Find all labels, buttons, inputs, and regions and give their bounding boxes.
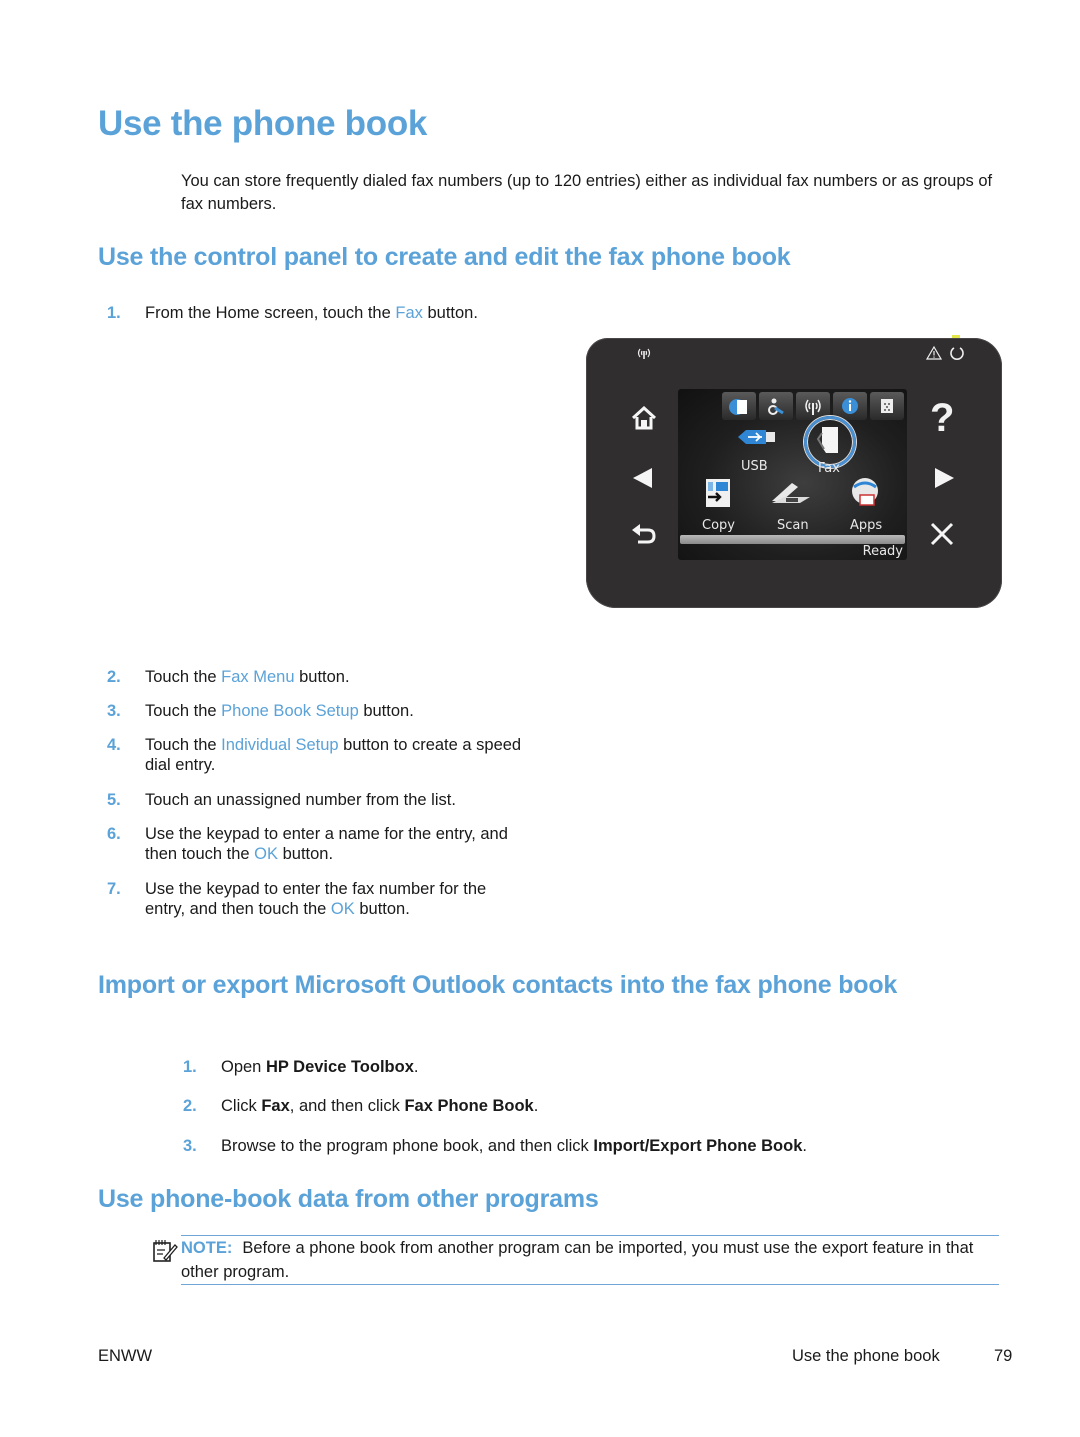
fax-menu-link[interactable]: Fax Menu	[221, 668, 294, 686]
step-text: From the Home screen, touch the	[145, 304, 396, 322]
cp-step-6: 6. Use the keypad to enter a name for th…	[107, 824, 527, 864]
scan-app-label[interactable]: Scan	[777, 518, 809, 533]
step-number: 7.	[107, 880, 121, 898]
cp-step-1: 1. From the Home screen, touch the Fax b…	[107, 303, 567, 323]
attention-icon	[926, 346, 942, 360]
cp-step-3: 3. Touch the Phone Book Setup button.	[107, 701, 527, 721]
step-text-run: Browse to the program phone book, and th…	[221, 1137, 594, 1155]
cp-step-2: 2. Touch the Fax Menu button.	[107, 667, 527, 687]
note-box: NOTE: Before a phone book from another pr…	[181, 1236, 1001, 1284]
individual-setup-link[interactable]: Individual Setup	[221, 736, 338, 754]
ui-element-name: Import/Export Phone Book	[593, 1137, 803, 1155]
fax-app-icon[interactable]	[816, 425, 840, 455]
step-text: Touch the	[145, 702, 222, 720]
step-number: 5.	[107, 791, 121, 809]
status-ready-text: Ready	[862, 544, 903, 559]
section-heading-other-programs: Use phone-book data from other programs	[98, 1185, 599, 1213]
cp-step-4: 4. Touch the Individual Setup button to …	[107, 735, 527, 775]
note-text: Before a phone book from another program…	[181, 1239, 974, 1281]
ui-element-name: Fax Phone Book	[404, 1097, 534, 1115]
usb-app-label[interactable]: USB	[741, 459, 768, 474]
step-number: 1.	[183, 1058, 197, 1076]
section-heading-outlook: Import or export Microsoft Outlook conta…	[98, 971, 898, 999]
wireless-indicator-icon	[637, 348, 651, 359]
note-label: NOTE:	[181, 1239, 233, 1257]
step-text: Touch an unassigned number from the list…	[145, 791, 456, 809]
usb-app-icon[interactable]	[736, 427, 776, 447]
step-text: button.	[294, 668, 350, 686]
step-number: 2.	[183, 1097, 197, 1115]
step-number: 6.	[107, 825, 121, 843]
note-divider-bottom	[181, 1284, 999, 1285]
scan-app-icon[interactable]	[770, 481, 812, 511]
outlook-step-3: 3. Browse to the program phone book, and…	[183, 1136, 1003, 1156]
footer-locale: ENWW	[98, 1347, 153, 1365]
ok-button-link[interactable]: OK	[254, 845, 278, 863]
home-icon[interactable]	[631, 406, 657, 430]
step-number: 3.	[107, 702, 121, 720]
step-text: button.	[358, 702, 414, 720]
outlook-step-2: 2. Click Fax, and then click Fax Phone B…	[183, 1096, 1003, 1116]
phone-book-setup-link[interactable]: Phone Book Setup	[221, 702, 359, 720]
step-text: button.	[278, 845, 334, 863]
paper-icon[interactable]	[722, 392, 756, 420]
copy-app-label[interactable]: Copy	[702, 518, 735, 533]
step-text: Use the keypad to enter the fax number f…	[145, 880, 487, 918]
footer-section-title: Use the phone book	[792, 1347, 940, 1365]
step-text: button.	[354, 900, 410, 918]
ok-button-link[interactable]: OK	[331, 900, 355, 918]
fax-button-link[interactable]: Fax	[395, 304, 423, 322]
step-text-run: .	[413, 1058, 419, 1076]
step-text-run: , and then click	[289, 1097, 405, 1115]
status-bar	[680, 535, 905, 544]
step-text-run: .	[533, 1097, 539, 1115]
step-text-run: .	[802, 1137, 807, 1155]
intro-paragraph: You can store frequently dialed fax numb…	[181, 172, 993, 213]
step-text-run: Open	[221, 1058, 266, 1076]
right-arrow-icon[interactable]	[934, 467, 954, 489]
cp-step-5: 5. Touch an unassigned number from the l…	[107, 790, 527, 810]
step-text: Touch the	[145, 736, 222, 754]
cancel-icon[interactable]	[930, 522, 954, 546]
touchscreen: USB Fax Copy Scan Apps Ready	[678, 389, 907, 560]
fax-app-label[interactable]: Fax	[818, 461, 840, 476]
power-icon[interactable]	[949, 345, 965, 361]
page-number: 79	[994, 1347, 1013, 1365]
section-heading-control-panel: Use the control panel to create and edit…	[98, 243, 791, 271]
cp-step-7: 7. Use the keypad to enter the fax numbe…	[107, 879, 527, 919]
step-text: Open HP Device Toolbox.	[221, 1057, 1003, 1077]
screen-top-tabs	[722, 392, 904, 420]
outlook-step-1: 1. Open HP Device Toolbox.	[183, 1057, 1003, 1077]
step-number: 2.	[107, 668, 121, 686]
apps-app-label[interactable]: Apps	[850, 518, 882, 533]
step-number: 1.	[107, 304, 121, 322]
step-text: Browse to the program phone book, and th…	[221, 1136, 1003, 1156]
step-text: Click Fax, and then click Fax Phone Book…	[221, 1096, 1003, 1116]
info-icon[interactable]	[833, 392, 867, 420]
step-number: 4.	[107, 736, 121, 754]
help-icon[interactable]: ?	[930, 396, 954, 440]
apps-app-icon[interactable]	[848, 477, 882, 511]
note-icon	[153, 1240, 178, 1262]
left-arrow-icon[interactable]	[633, 467, 653, 489]
supplies-icon[interactable]	[870, 392, 904, 420]
setup-tools-icon[interactable]	[759, 392, 793, 420]
copy-app-icon[interactable]	[704, 477, 732, 509]
step-text: button.	[422, 304, 478, 322]
page-title: Use the phone book	[98, 104, 428, 143]
step-number: 3.	[183, 1137, 197, 1155]
step-text-run: Click	[221, 1097, 262, 1115]
ui-element-name: HP Device Toolbox	[265, 1058, 414, 1076]
step-text: Touch the	[145, 668, 222, 686]
back-icon[interactable]	[632, 524, 656, 546]
ui-element-name: Fax	[261, 1097, 290, 1115]
